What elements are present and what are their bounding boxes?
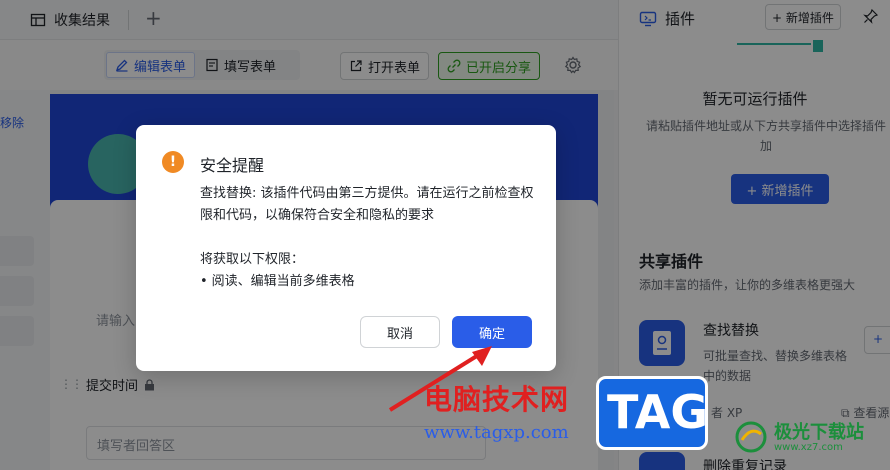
dialog-message: 查找替换: 该插件代码由第三方提供。请在运行之前检查权限和代码，以确保符合安全和… <box>200 186 534 223</box>
bullet-icon: • <box>200 274 208 289</box>
aurora-logo-icon <box>735 421 767 453</box>
watermark-url: www.tagxp.com <box>424 422 569 443</box>
dialog-title: 安全提醒 <box>200 156 265 175</box>
permission-text: 阅读、编辑当前多维表格 <box>211 274 355 289</box>
watermark-tag-text: TAG <box>607 385 709 439</box>
permission-item: • 阅读、编辑当前多维表格 <box>200 271 536 293</box>
watermark-download-logo: 极光下载站 www.xz7.com <box>730 416 880 456</box>
watermark-site-name: 电脑技术网 <box>424 383 570 416</box>
warning-icon: ! <box>162 151 184 173</box>
watermark-logo-name: 极光下载站 <box>774 422 864 443</box>
dialog-body: 查找替换: 该插件代码由第三方提供。请在运行之前检查权限和代码，以确保符合安全和… <box>200 183 536 293</box>
watermark-tag-logo: TAG <box>596 376 708 450</box>
permissions-heading: 将获取以下权限： <box>200 252 305 267</box>
watermark-logo-url: www.xz7.com <box>774 442 843 453</box>
